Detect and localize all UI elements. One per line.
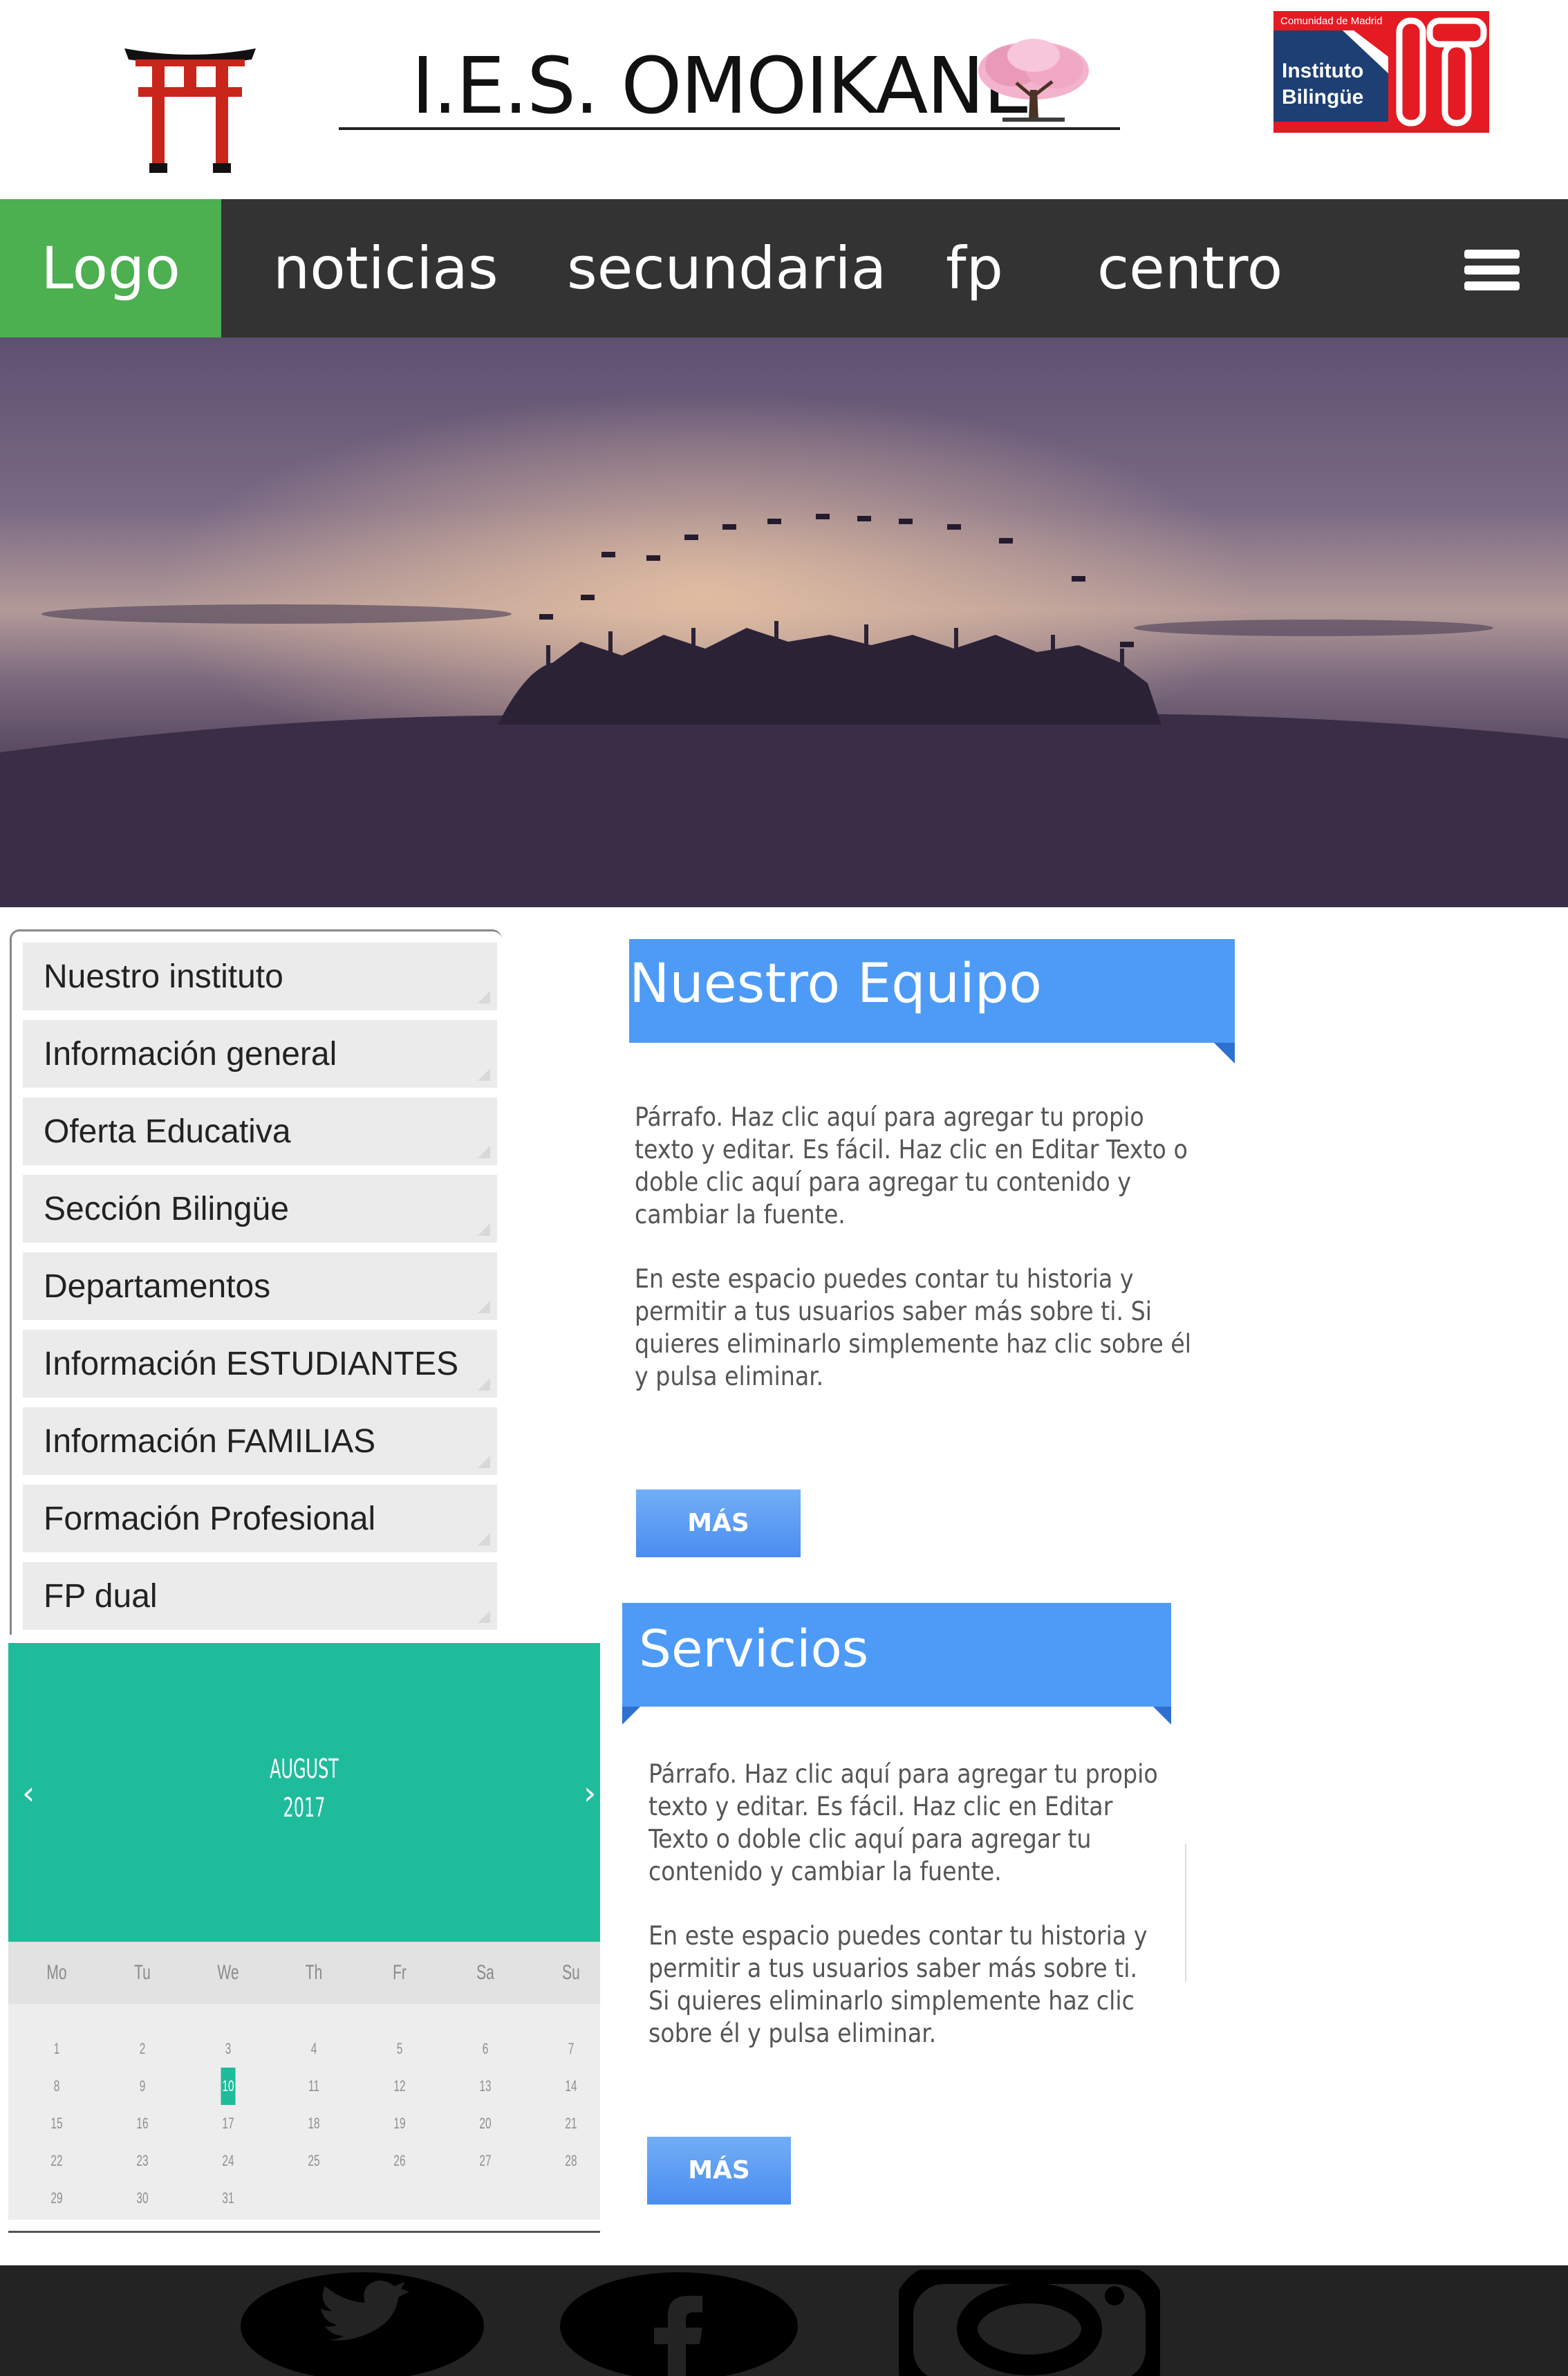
sidebar-item-informacion-estudiantes[interactable]: Información ESTUDIANTES bbox=[23, 1330, 497, 1400]
calendar-day[interactable]: 29 bbox=[27, 2180, 87, 2217]
sidebar-item-departamentos[interactable]: Departamentos bbox=[23, 1252, 497, 1323]
facebook-icon[interactable] bbox=[560, 2270, 798, 2376]
calendar-day-today[interactable]: 10 bbox=[198, 2068, 259, 2105]
sidebar-item-seccion-bilingue[interactable]: Sección Bilingüe bbox=[23, 1175, 497, 1245]
sidebar-menu: Nuestro instituto Información general Of… bbox=[10, 929, 502, 1635]
cherry-blossom-tree-icon bbox=[978, 39, 1089, 122]
site-header: I.E.S. OMOIKANE Comunidad de Madrid Inst… bbox=[0, 0, 1568, 199]
section-paragraph: En este espacio puedes contar tu histori… bbox=[648, 1921, 1148, 2048]
calendar-year: 2017 bbox=[283, 1792, 326, 1823]
calendar-prev-button[interactable]: ‹ bbox=[22, 1774, 35, 1812]
logo-line1: Instituto bbox=[1282, 59, 1364, 82]
calendar-day[interactable]: 13 bbox=[456, 2068, 516, 2105]
torii-gate-icon bbox=[124, 48, 256, 173]
calendar-day[interactable]: 9 bbox=[113, 2068, 173, 2105]
calendar-day[interactable]: 7 bbox=[541, 2030, 601, 2068]
weekday-label: Th bbox=[305, 1961, 323, 1984]
weekday-label: Su bbox=[562, 1961, 580, 1984]
site-footer bbox=[0, 2265, 1568, 2376]
section-ribbon-servicios: Servicios bbox=[622, 1603, 1171, 1707]
section-paragraph: Párrafo. Haz clic aquí para agregar tu p… bbox=[648, 1759, 1158, 1886]
calendar-day[interactable]: 19 bbox=[370, 2105, 430, 2142]
twitter-icon[interactable] bbox=[241, 2270, 484, 2376]
weekday-label: Mo bbox=[46, 1961, 67, 1984]
sidebar-item-informacion-general[interactable]: Información general bbox=[23, 1020, 497, 1090]
calendar-day[interactable]: 17 bbox=[198, 2105, 259, 2142]
weekday-label: Fr bbox=[393, 1961, 407, 1984]
nav-item-fp[interactable]: fp bbox=[946, 199, 1003, 337]
calendar-weekdays: Mo Tu We Th Fr Sa Su bbox=[8, 1942, 600, 2004]
calendar-day[interactable]: 12 bbox=[370, 2068, 430, 2105]
calendar-day[interactable]: 3 bbox=[198, 2030, 259, 2068]
calendar-day[interactable]: 22 bbox=[27, 2142, 87, 2180]
hamburger-icon[interactable] bbox=[1464, 250, 1520, 291]
sidebar-item-nuestro-instituto[interactable]: Nuestro instituto bbox=[23, 943, 497, 1013]
ribbon-fold bbox=[1153, 1707, 1171, 1725]
calendar-day[interactable]: 14 bbox=[541, 2068, 601, 2105]
calendar-widget: ‹ › AUGUST 2017 Mo Tu We Th Fr Sa Su 123… bbox=[8, 1643, 600, 2220]
weekday-label: Sa bbox=[476, 1961, 494, 1984]
calendar-day[interactable]: 5 bbox=[370, 2030, 430, 2068]
section-title-servicios: Servicios bbox=[639, 1619, 869, 1679]
section-paragraph: En este espacio puedes contar tu histori… bbox=[635, 1264, 1191, 1391]
weekday-label: We bbox=[217, 1961, 239, 1984]
calendar-day[interactable]: 1 bbox=[27, 2030, 87, 2068]
calendar-day[interactable]: 4 bbox=[284, 2030, 344, 2068]
calendar-day[interactable]: 8 bbox=[27, 2068, 87, 2105]
calendar-day[interactable]: 11 bbox=[284, 2068, 344, 2105]
calendar-next-button[interactable]: › bbox=[584, 1774, 596, 1812]
nav-item-noticias[interactable]: noticias bbox=[273, 199, 498, 337]
logo-small-text: Comunidad de Madrid bbox=[1280, 15, 1383, 27]
ribbon-fold bbox=[622, 1707, 640, 1725]
sidebar-item-formacion-profesional[interactable]: Formación Profesional bbox=[23, 1485, 497, 1555]
nav-logo[interactable]: Logo bbox=[0, 199, 221, 337]
title-underline bbox=[339, 127, 1120, 130]
mas-button-equipo[interactable]: MÁS bbox=[636, 1489, 801, 1557]
section-ribbon-equipo: Nuestro Equipo bbox=[629, 939, 1235, 1043]
calendar-day[interactable]: 30 bbox=[113, 2180, 173, 2217]
divider-line bbox=[1185, 1844, 1186, 1982]
calendar-day[interactable]: 15 bbox=[27, 2105, 87, 2142]
instagram-icon[interactable] bbox=[899, 2270, 1160, 2376]
calendar-day[interactable]: 20 bbox=[456, 2105, 516, 2142]
calendar-day[interactable]: 16 bbox=[113, 2105, 173, 2142]
calendar-day[interactable]: 25 bbox=[284, 2142, 344, 2180]
calendar-day[interactable]: 27 bbox=[456, 2142, 516, 2180]
calendar-day[interactable]: 21 bbox=[541, 2105, 601, 2142]
section-paragraph: Párrafo. Haz clic aquí para agregar tu p… bbox=[635, 1102, 1188, 1229]
graduation-silhouette-image bbox=[0, 337, 1568, 907]
calendar-day[interactable]: 26 bbox=[370, 2142, 430, 2180]
calendar-day[interactable]: 28 bbox=[541, 2142, 601, 2180]
section-title-equipo: Nuestro Equipo bbox=[629, 953, 1042, 1015]
sidebar-item-informacion-familias[interactable]: Información FAMILIAS bbox=[23, 1407, 497, 1478]
calendar-month: AUGUST bbox=[270, 1754, 339, 1784]
calendar-day[interactable]: 31 bbox=[198, 2180, 259, 2217]
calendar-divider bbox=[8, 2231, 600, 2233]
main-nav: Logo noticias secundaria fp centro bbox=[0, 199, 1568, 337]
calendar-day[interactable]: 6 bbox=[456, 2030, 516, 2068]
calendar-day[interactable]: 18 bbox=[284, 2105, 344, 2142]
sidebar-item-fp-dual[interactable]: FP dual bbox=[23, 1562, 497, 1633]
hero-image bbox=[0, 337, 1568, 907]
weekday-label: Tu bbox=[134, 1961, 151, 1984]
ribbon-fold bbox=[1214, 1043, 1235, 1064]
nav-item-secundaria[interactable]: secundaria bbox=[567, 199, 886, 337]
calendar-day[interactable]: 23 bbox=[113, 2142, 173, 2180]
sidebar-item-oferta-educativa[interactable]: Oferta Educativa bbox=[23, 1097, 497, 1168]
mas-button-servicios[interactable]: MÁS bbox=[647, 2137, 791, 2205]
site-title: I.E.S. OMOIKANE bbox=[411, 41, 1032, 131]
instituto-bilingue-logo: Comunidad de Madrid Instituto Bilingüe bbox=[1273, 11, 1489, 133]
nav-item-centro[interactable]: centro bbox=[1097, 199, 1282, 337]
logo-line2: Bilingüe bbox=[1282, 86, 1364, 109]
calendar-day[interactable]: 2 bbox=[113, 2030, 173, 2068]
calendar-day[interactable]: 24 bbox=[198, 2142, 259, 2180]
calendar-header: ‹ › AUGUST 2017 bbox=[8, 1643, 600, 1942]
